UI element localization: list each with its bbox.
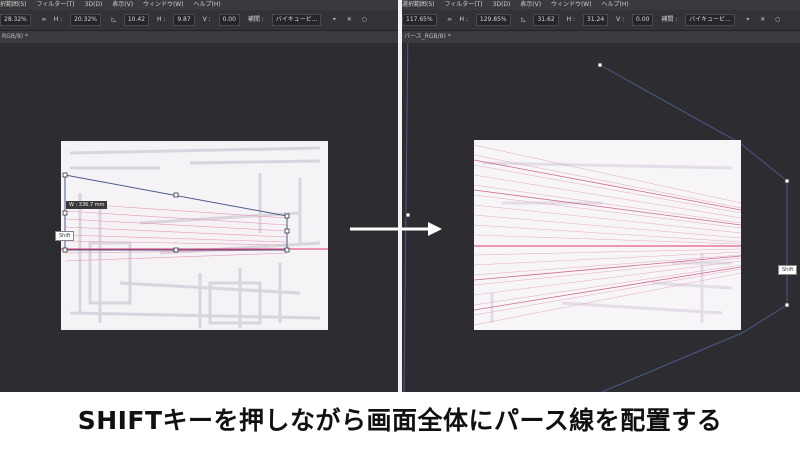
warp-icon[interactable]: ⌖ bbox=[743, 10, 753, 30]
h-skew-input[interactable]: 9.87 bbox=[173, 13, 195, 26]
link-icon[interactable]: ∞ bbox=[445, 10, 455, 30]
commit-icon[interactable]: ○ bbox=[773, 10, 783, 30]
menu-item-window[interactable]: ウィンドウ(W) bbox=[143, 1, 184, 8]
shift-tooltip: Shift bbox=[778, 265, 798, 275]
v-skew-label: V : bbox=[202, 16, 211, 23]
left-panel: 択範囲(S) フィルター(T) 3D(D) 表示(V) ウィンドウ(W) ヘルプ… bbox=[0, 0, 398, 392]
link-icon[interactable]: ∞ bbox=[39, 10, 49, 30]
height-label: H : bbox=[53, 16, 63, 23]
menu-bar: 択範囲(S) フィルター(T) 3D(D) 表示(V) ウィンドウ(W) ヘルプ… bbox=[0, 0, 398, 10]
height-input[interactable]: 20.32% bbox=[70, 13, 101, 26]
angle-input[interactable]: 10.42 bbox=[123, 13, 150, 26]
h-skew-input[interactable]: 31.24 bbox=[582, 13, 609, 26]
h-skew-label: H : bbox=[156, 16, 166, 23]
left-canvas-svg bbox=[61, 141, 328, 330]
menu-item-select[interactable]: 選択範囲(S) bbox=[402, 1, 435, 8]
interpolation-label: 補間 : bbox=[247, 16, 264, 23]
warp-icon[interactable]: ⌖ bbox=[329, 10, 339, 30]
menu-item-view[interactable]: 表示(V) bbox=[112, 1, 133, 8]
right-canvas-svg bbox=[403, 43, 790, 392]
interpolation-select[interactable]: バイキュービ... bbox=[685, 13, 735, 26]
dimension-tooltip: W : 336.7 mm bbox=[66, 201, 108, 209]
menu-item-window[interactable]: ウィンドウ(W) bbox=[551, 1, 592, 8]
options-bar: 117.65% ∞ H : 129.85% ◺ 31.62 H : 31.24 … bbox=[402, 10, 800, 31]
canvas-area[interactable]: W : 336.7 mm Shift bbox=[0, 43, 398, 392]
height-label: H : bbox=[459, 16, 468, 23]
right-panel: 選択範囲(S) フィルター(T) 3D(D) 表示(V) ウィンドウ(W) ヘル… bbox=[402, 0, 800, 392]
interpolation-select[interactable]: バイキュービ... bbox=[271, 13, 322, 26]
cancel-icon[interactable]: ✕ bbox=[758, 10, 768, 30]
caption-text: SHIFTキーを押しながら画面全体にパース線を配置する bbox=[0, 392, 800, 450]
document-tab[interactable]: RGB/8) * bbox=[0, 31, 398, 43]
menu-bar: 選択範囲(S) フィルター(T) 3D(D) 表示(V) ウィンドウ(W) ヘル… bbox=[402, 0, 800, 10]
v-skew-input[interactable]: 0.00 bbox=[218, 13, 240, 26]
menu-item-filter[interactable]: フィルター(T) bbox=[36, 1, 74, 8]
options-bar: 28.32% ∞ H : 20.32% ◺ 10.42 H : 9.87 V :… bbox=[0, 10, 398, 31]
v-skew-label: V : bbox=[616, 16, 625, 23]
interpolation-label: 補間 : bbox=[661, 16, 678, 23]
document-tab[interactable]: パース_RGB/8) * bbox=[402, 31, 800, 43]
canvas-area[interactable]: Shift bbox=[402, 43, 800, 392]
menu-item-view[interactable]: 表示(V) bbox=[520, 1, 541, 8]
shift-tooltip: Shift bbox=[55, 231, 75, 241]
right-arrow-icon bbox=[350, 222, 442, 236]
menu-item-3d[interactable]: 3D(D) bbox=[85, 1, 103, 8]
h-skew-label: H : bbox=[566, 16, 576, 23]
menu-item-3d[interactable]: 3D(D) bbox=[493, 1, 511, 8]
menu-item-help[interactable]: ヘルプ(H) bbox=[194, 1, 221, 8]
v-skew-input[interactable]: 0.00 bbox=[632, 13, 654, 26]
commit-icon[interactable]: ○ bbox=[359, 10, 369, 30]
width-input[interactable]: 28.32% bbox=[0, 13, 31, 26]
screenshot-area: 択範囲(S) フィルター(T) 3D(D) 表示(V) ウィンドウ(W) ヘルプ… bbox=[0, 0, 800, 392]
height-input[interactable]: 129.85% bbox=[475, 13, 511, 26]
width-input[interactable]: 117.65% bbox=[402, 13, 437, 26]
menu-item-help[interactable]: ヘルプ(H) bbox=[602, 1, 629, 8]
menu-item-filter[interactable]: フィルター(T) bbox=[444, 1, 482, 8]
angle-input[interactable]: 31.62 bbox=[533, 13, 559, 26]
cancel-icon[interactable]: ✕ bbox=[344, 10, 354, 30]
angle-icon: ◺ bbox=[521, 16, 526, 23]
angle-icon: ◺ bbox=[111, 16, 117, 23]
menu-item-select[interactable]: 択範囲(S) bbox=[0, 1, 27, 8]
